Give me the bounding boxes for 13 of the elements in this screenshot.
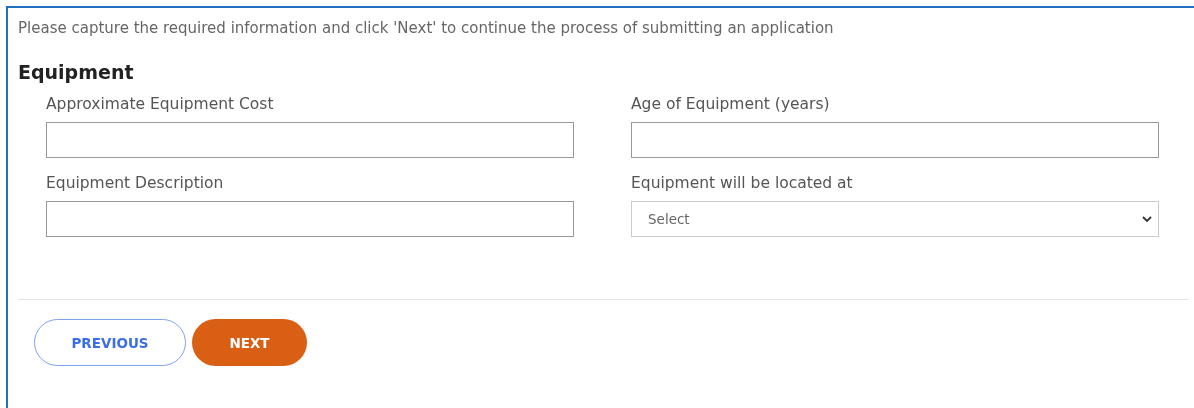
input-field[interactable]	[631, 122, 1159, 158]
chevron-down-icon	[1142, 215, 1152, 223]
field-label: Equipment will be located at	[631, 174, 854, 192]
previous-button[interactable]: PREVIOUS	[34, 319, 186, 366]
input-field[interactable]	[46, 201, 574, 237]
instruction-text: Please capture the required information and click 'Next' to continue the process of submitting an application	[18, 19, 835, 37]
next-button[interactable]: NEXT	[192, 319, 307, 366]
field-label: Equipment Description	[46, 174, 225, 192]
section-title: Equipment	[18, 61, 135, 83]
field-label: Approximate Equipment Cost	[46, 95, 275, 113]
input-field[interactable]	[46, 122, 574, 158]
select-field[interactable]: Select	[631, 201, 1159, 237]
field-label: Age of Equipment (years)	[631, 95, 831, 113]
